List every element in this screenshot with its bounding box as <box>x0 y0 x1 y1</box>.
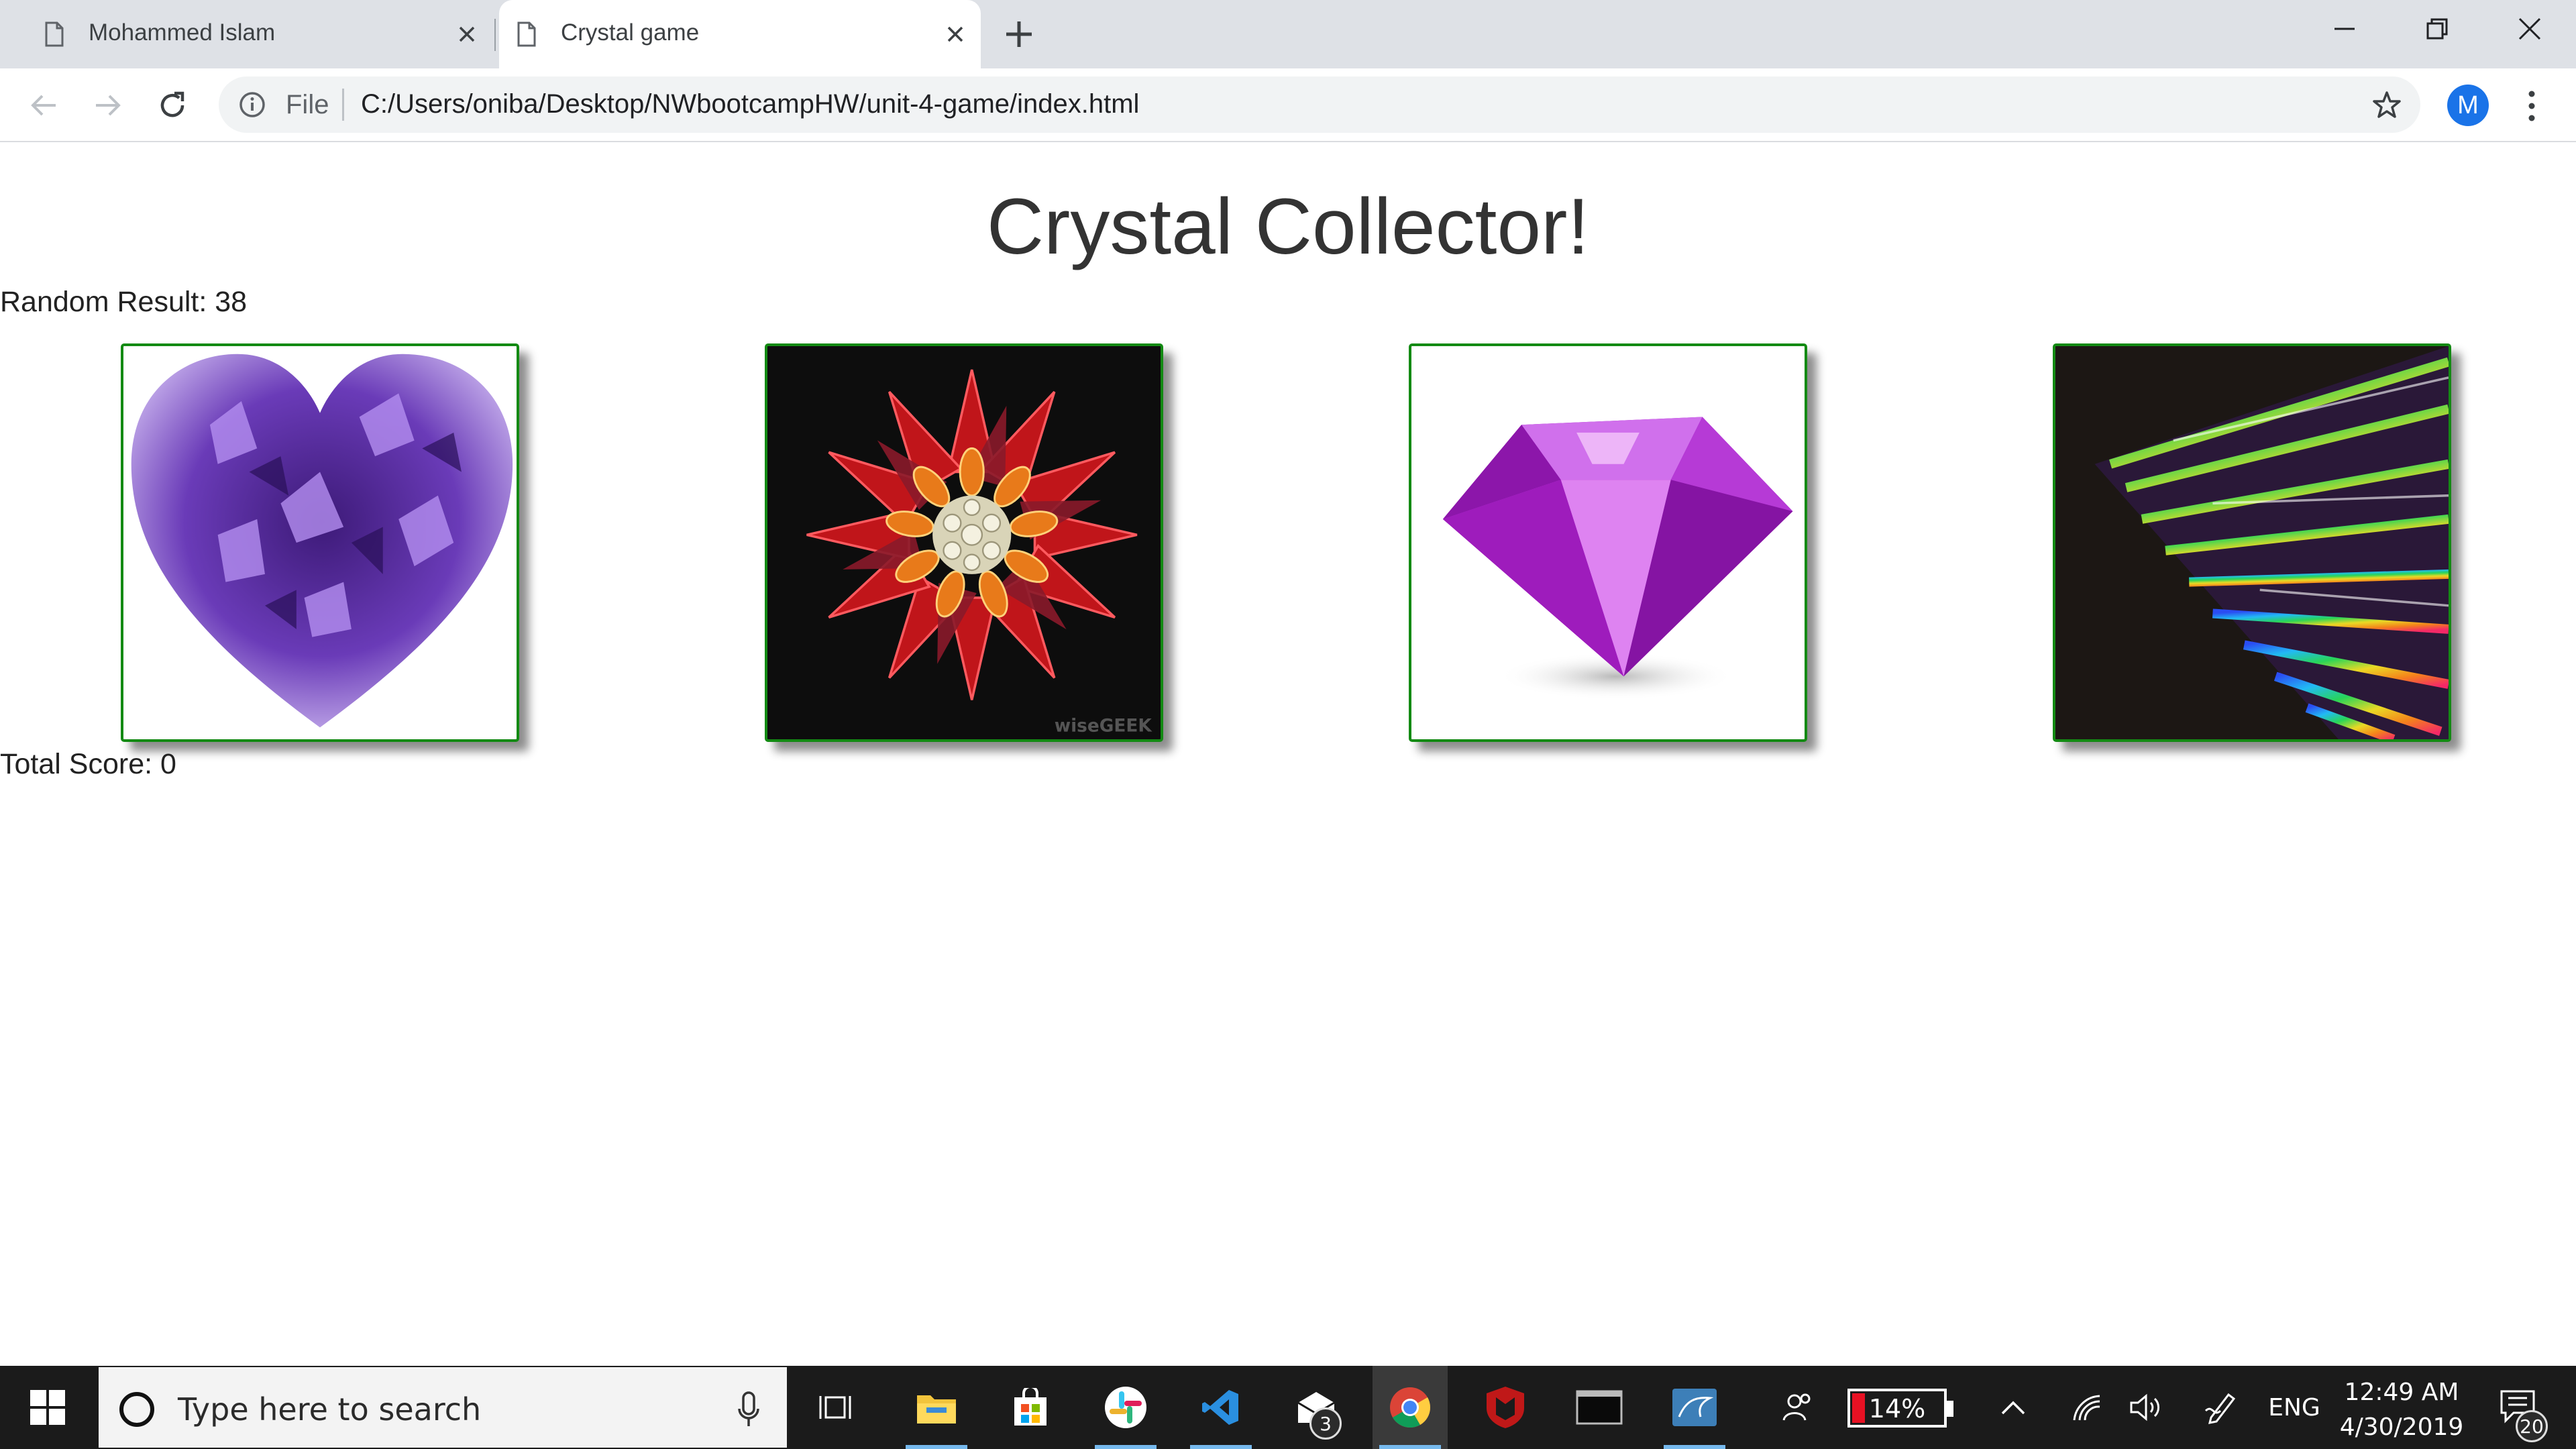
mcafee-shield-icon <box>1487 1387 1524 1428</box>
crystal-red-flower-brooch[interactable]: wiseGEEK <box>765 343 1163 742</box>
rainbow-prism-image <box>2094 346 2449 739</box>
watermark-text: wiseGEEK <box>1055 716 1153 736</box>
tab-crystal-game[interactable]: Crystal game <box>499 0 981 68</box>
task-view-button[interactable] <box>798 1366 873 1449</box>
microsoft-store-button[interactable] <box>993 1366 1068 1449</box>
windows-logo-icon <box>30 1390 65 1425</box>
chrome-button[interactable] <box>1373 1366 1448 1449</box>
crystal-rainbow-prism[interactable] <box>2053 343 2451 742</box>
mcafee-button[interactable] <box>1468 1366 1543 1449</box>
wifi-icon <box>2073 1395 2100 1421</box>
url-scheme: File <box>286 90 329 119</box>
restore-button[interactable] <box>2391 0 2483 58</box>
slack-button[interactable] <box>1088 1366 1163 1449</box>
chevron-up-icon <box>2001 1401 2025 1415</box>
page-icon <box>517 21 536 47</box>
task-view-icon <box>819 1396 851 1419</box>
reload-icon <box>160 91 184 117</box>
crystal-purple-diamond[interactable] <box>1409 343 1807 742</box>
page-content: Crystal Collector! Random Result: 38 wis… <box>0 142 2576 1366</box>
mail-badge: 3 <box>1309 1407 1342 1440</box>
network-button[interactable] <box>2063 1366 2110 1449</box>
slack-icon <box>1105 1387 1146 1428</box>
notification-count: 20 <box>2516 1410 2548 1442</box>
battery-percent: 14% <box>1868 1394 1926 1424</box>
address-bar[interactable]: File C:/Users/oniba/Desktop/NWbootcampHW… <box>219 76 2420 133</box>
url-divider <box>342 89 344 121</box>
forward-arrow-icon <box>96 95 121 116</box>
start-button[interactable] <box>0 1366 95 1449</box>
back-button[interactable] <box>25 87 62 123</box>
amethyst-heart-image <box>131 354 513 728</box>
close-tab-icon[interactable] <box>453 21 480 48</box>
vs-code-icon <box>1202 1390 1238 1425</box>
bookmark-star-icon[interactable] <box>2372 90 2402 119</box>
tab-mohammed-islam[interactable]: Mohammed Islam <box>27 0 492 68</box>
total-score: Total Score: 0 <box>0 748 176 780</box>
back-arrow-icon <box>31 95 56 116</box>
more-menu-icon[interactable] <box>2518 87 2545 125</box>
battery-nub <box>1947 1401 1953 1417</box>
cortana-icon <box>119 1392 154 1427</box>
clock-time: 12:49 AM <box>2344 1379 2459 1406</box>
show-hidden-icons-button[interactable] <box>1990 1366 2037 1449</box>
new-tab-icon[interactable] <box>1004 19 1034 50</box>
mysql-workbench-icon <box>1672 1389 1717 1426</box>
file-explorer-button[interactable] <box>899 1366 974 1449</box>
microphone-icon[interactable] <box>737 1391 760 1429</box>
volume-button[interactable] <box>2123 1366 2169 1449</box>
input-language[interactable]: ENG <box>2261 1366 2328 1449</box>
tab-strip: Mohammed Islam Crystal game <box>0 0 2576 68</box>
clock-date: 4/30/2019 <box>2339 1413 2464 1441</box>
store-icon <box>1014 1388 1046 1426</box>
minimize-button[interactable] <box>2298 0 2391 58</box>
vs-code-button[interactable] <box>1183 1366 1258 1449</box>
search-placeholder: Type here to search <box>178 1391 482 1428</box>
url-text[interactable]: C:/Users/oniba/Desktop/NWbootcampHW/unit… <box>361 89 1139 119</box>
mail-button[interactable]: 3 <box>1279 1366 1354 1449</box>
purple-diamond-image <box>1442 417 1793 700</box>
mysql-workbench-button[interactable] <box>1657 1366 1732 1449</box>
terminal-button[interactable] <box>1562 1366 1637 1449</box>
browser-toolbar: File C:/Users/oniba/Desktop/NWbootcampHW… <box>0 68 2576 142</box>
chrome-icon <box>1390 1387 1430 1428</box>
close-tab-icon[interactable] <box>942 21 969 48</box>
page-title: Crystal Collector! <box>986 182 1590 271</box>
windows-taskbar: Type here to search 3 14% ENG 12:49 AM 4… <box>0 1366 2576 1449</box>
page-icon <box>45 21 64 47</box>
battery-indicator[interactable]: 14% <box>1847 1389 1953 1428</box>
pen-icon <box>2204 1393 2236 1424</box>
pen-workspace-button[interactable] <box>2198 1366 2245 1449</box>
people-icon <box>1782 1393 1811 1421</box>
profile-avatar[interactable]: M <box>2447 85 2489 126</box>
action-center-button[interactable]: 20 <box>2482 1366 2556 1449</box>
forward-button[interactable] <box>90 87 126 123</box>
random-result: Random Result: 38 <box>0 286 248 318</box>
tab-title: Mohammed Islam <box>89 19 276 46</box>
taskbar-search-box[interactable]: Type here to search <box>97 1366 788 1449</box>
people-button[interactable] <box>1771 1366 1825 1449</box>
tab-title: Crystal game <box>561 19 700 46</box>
crystal-amethyst-heart[interactable] <box>121 343 519 742</box>
info-icon[interactable] <box>239 91 266 118</box>
close-window-button[interactable] <box>2483 0 2576 58</box>
reload-button[interactable] <box>154 87 191 123</box>
terminal-icon <box>1576 1390 1623 1425</box>
tab-separator <box>494 19 496 51</box>
folder-icon <box>917 1395 956 1424</box>
system-clock[interactable]: 12:49 AM 4/30/2019 <box>2328 1375 2475 1445</box>
speaker-icon <box>2130 1393 2159 1421</box>
red-flower-brooch-image: wiseGEEK <box>806 369 1153 736</box>
